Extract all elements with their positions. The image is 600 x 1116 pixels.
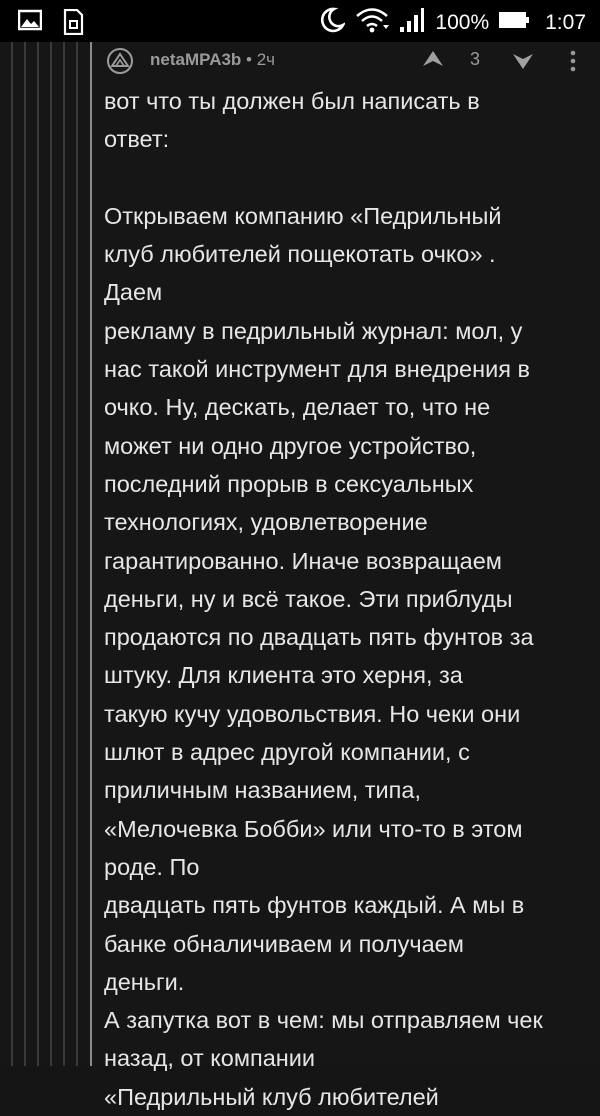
author-name[interactable]: netaMPA3b <box>150 50 241 69</box>
comment-line: Открываем компанию «Педрильный <box>104 202 502 229</box>
comment-line: технологиях, удовлетворение <box>104 509 428 536</box>
thread-indent-line <box>63 42 65 1066</box>
comment-line: последний прорыв в сексуальных <box>104 470 474 497</box>
status-bar: 100% 1:07 <box>0 0 600 42</box>
comment-line: продаются по двадцать пять фунтов за <box>104 624 534 651</box>
image-icon <box>17 9 43 40</box>
thread-indent-line <box>50 42 52 1066</box>
comment-line: шлют в адрес другой компании, с <box>104 739 470 766</box>
signal-icon <box>399 7 425 39</box>
comment-body: вот что ты должен был написать в ответ: О… <box>104 82 584 1116</box>
comment-line: А запутка вот в чем: мы отправляем чек <box>104 1007 543 1034</box>
comment-line: гарантированно. Иначе возвращаем <box>104 547 502 574</box>
comment-header: netaMPA3b • 2ч 3 <box>106 44 600 82</box>
comment-line: деньги, ну и всё такое. Эти приблуды <box>104 585 513 612</box>
comment-author[interactable]: netaMPA3b • 2ч <box>150 50 275 70</box>
avatar[interactable] <box>106 47 134 75</box>
thread-indent-line <box>76 42 78 1066</box>
comment-score: 3 <box>470 49 481 69</box>
comment-line: может ни одно другое устройство, <box>104 432 477 459</box>
comment-line: деньги. <box>104 968 185 995</box>
upvote-arrow-icon[interactable] <box>422 50 444 73</box>
comment-line: вот что ты должен был написать в <box>104 88 480 114</box>
comment-line: роде. По <box>104 853 200 880</box>
comment-line: штуку. Для клиента это херня, за <box>104 662 463 689</box>
comment-line: приличным названием, типа, <box>104 777 422 804</box>
comment-line: «Мелочевка Бобби» или что-то в этом <box>104 815 523 842</box>
thread-indent-line <box>37 42 39 1066</box>
downvote-arrow-icon[interactable] <box>512 52 534 75</box>
comment-line: Даем <box>104 279 163 306</box>
battery-icon <box>499 11 530 35</box>
thread-indent-line <box>11 42 13 1066</box>
comment-thread: netaMPA3b • 2ч 3 вот что ты должен был н… <box>0 42 600 1110</box>
comment-line: очко. Ну, дескать, делает то, что не <box>104 394 491 421</box>
comment-line: двадцать пять фунтов каждый. А мы в <box>104 892 525 919</box>
thread-indent-line <box>90 42 92 1066</box>
comment-line: банке обналичиваем и получаем <box>104 930 464 957</box>
comment-line: назад, от компании <box>104 1045 316 1072</box>
wifi-icon <box>355 7 390 39</box>
comment-line <box>104 159 584 197</box>
comment-line: ответ: <box>104 126 170 153</box>
comment-line: «Педрильный клуб любителей <box>104 1083 439 1110</box>
more-options-icon[interactable] <box>568 49 578 78</box>
battery-percent: 100% <box>435 11 490 34</box>
comment-line: нас такой инструмент для внедрения в <box>104 356 530 383</box>
do-not-disturb-moon-icon <box>319 7 347 39</box>
clock: 1:07 <box>545 11 586 34</box>
comment-line: клуб любителей пощекотать очко» . <box>104 241 496 268</box>
sim-card-icon <box>62 8 84 40</box>
comment-line: рекламу в педрильный журнал: мол, у <box>104 317 523 344</box>
thread-indent-line <box>24 42 26 1066</box>
comment-line: такую кучу удовольствия. Но чеки они <box>104 700 521 727</box>
comment-time: • 2ч <box>241 50 276 69</box>
